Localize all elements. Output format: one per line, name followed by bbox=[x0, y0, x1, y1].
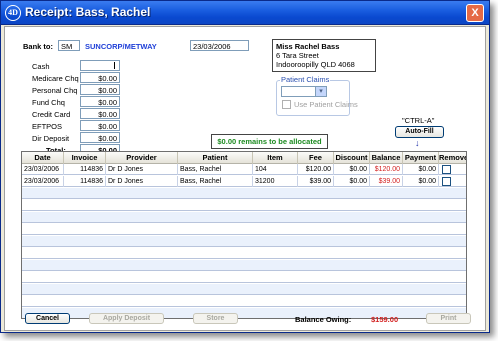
col-header-remove[interactable]: Remove bbox=[439, 152, 466, 164]
text-cursor bbox=[114, 62, 115, 69]
title-bar[interactable]: 4D Receipt: Bass, Rachel X bbox=[1, 1, 489, 25]
empty-row bbox=[22, 260, 466, 271]
empty-row bbox=[22, 272, 466, 283]
empty-row bbox=[22, 212, 466, 223]
col-header-fee[interactable]: Fee bbox=[298, 152, 334, 164]
cell-patient: Bass, Rachel bbox=[178, 176, 253, 187]
cell-invoice: 114836 bbox=[64, 176, 106, 187]
cell-balance: $120.00 bbox=[370, 164, 403, 175]
patient-claims-select[interactable]: ▾ bbox=[281, 86, 327, 97]
balance-owing-label: Balance Owing: bbox=[295, 315, 352, 324]
cell-fee: $120.00 bbox=[298, 164, 334, 175]
bank-code-field[interactable]: SM bbox=[58, 40, 80, 51]
cell-discount: $0.00 bbox=[334, 164, 370, 175]
col-header-invoice[interactable]: Invoice bbox=[64, 152, 106, 164]
cell-item: 104 bbox=[253, 164, 298, 175]
col-header-date[interactable]: Date bbox=[22, 152, 64, 164]
patient-address: Miss Rachel Bass 6 Tara Street Indooroop… bbox=[272, 39, 376, 72]
store-button[interactable]: Store bbox=[193, 313, 238, 324]
window-title: Receipt: Bass, Rachel bbox=[25, 5, 151, 19]
eftpos-field[interactable]: $0.00 bbox=[80, 120, 120, 131]
cell-balance: $39.00 bbox=[370, 176, 403, 187]
cash-label: Cash bbox=[32, 62, 50, 71]
col-header-provider[interactable]: Provider bbox=[106, 152, 178, 164]
autofill-button[interactable]: Auto-Fill bbox=[395, 126, 444, 138]
grid-header: Date Invoice Provider Patient Item Fee D… bbox=[22, 152, 466, 164]
address-suburb: Indooroopilly QLD 4068 bbox=[276, 60, 355, 69]
use-patient-claims-label: Use Patient Claims bbox=[294, 100, 358, 109]
cell-discount: $0.00 bbox=[334, 176, 370, 187]
col-header-item[interactable]: Item bbox=[253, 152, 298, 164]
cell-invoice: 114836 bbox=[64, 164, 106, 175]
bank-label: Bank to: bbox=[23, 42, 53, 51]
fund-chq-label: Fund Chq bbox=[32, 98, 65, 107]
arrow-down-icon: ↓ bbox=[415, 138, 420, 148]
bank-name: SUNCORP/METWAY bbox=[85, 42, 157, 51]
cell-item: 31200 bbox=[253, 176, 298, 187]
fund-chq-field[interactable]: $0.00 bbox=[80, 96, 120, 107]
table-row[interactable]: 23/03/2006 114836 Dr D Jones Bass, Rache… bbox=[22, 176, 466, 187]
apply-deposit-button[interactable]: Apply Deposit bbox=[89, 313, 164, 324]
eftpos-label: EFTPOS bbox=[32, 122, 63, 131]
cell-provider: Dr D Jones bbox=[106, 164, 178, 175]
cell-fee: $39.00 bbox=[298, 176, 334, 187]
empty-row bbox=[22, 248, 466, 259]
personal-chq-field[interactable]: $0.00 bbox=[80, 84, 120, 95]
dir-deposit-field[interactable]: $0.00 bbox=[80, 132, 120, 143]
remove-checkbox[interactable] bbox=[442, 177, 451, 186]
cell-patient: Bass, Rachel bbox=[178, 164, 253, 175]
cell-payment[interactable]: $0.00 bbox=[403, 164, 439, 175]
medicare-chq-label: Medicare Chq bbox=[32, 74, 79, 83]
empty-row bbox=[22, 200, 466, 211]
invoice-grid: Date Invoice Provider Patient Item Fee D… bbox=[21, 151, 467, 319]
col-header-balance[interactable]: Balance bbox=[370, 152, 403, 164]
cell-date: 23/03/2006 bbox=[22, 164, 64, 175]
table-row[interactable]: 23/03/2006 114836 Dr D Jones Bass, Rache… bbox=[22, 164, 466, 175]
empty-row bbox=[22, 236, 466, 247]
cancel-button[interactable]: Cancel bbox=[25, 313, 70, 324]
chevron-down-icon[interactable]: ▾ bbox=[315, 87, 326, 96]
cell-date: 23/03/2006 bbox=[22, 176, 64, 187]
receipt-date-field[interactable]: 23/03/2006 bbox=[190, 40, 249, 51]
col-header-patient[interactable]: Patient bbox=[178, 152, 253, 164]
dir-deposit-label: Dir Deposit bbox=[32, 134, 70, 143]
cell-provider: Dr D Jones bbox=[106, 176, 178, 187]
empty-row bbox=[22, 224, 466, 235]
receipt-content: Bank to: SM SUNCORP/METWAY 23/03/2006 Ca… bbox=[4, 26, 486, 331]
use-patient-claims-checkbox[interactable] bbox=[282, 100, 291, 109]
autofill-shortcut-hint: "CTRL-A" bbox=[402, 116, 435, 125]
app-logo-icon: 4D bbox=[5, 5, 21, 21]
print-button[interactable]: Print bbox=[426, 313, 471, 324]
col-header-discount[interactable]: Discount bbox=[334, 152, 370, 164]
empty-row bbox=[22, 284, 466, 295]
close-button[interactable]: X bbox=[466, 4, 484, 22]
remove-checkbox[interactable] bbox=[442, 165, 451, 174]
medicare-chq-field[interactable]: $0.00 bbox=[80, 72, 120, 83]
patient-claims-legend: Patient Claims bbox=[280, 75, 331, 84]
empty-row bbox=[22, 188, 466, 199]
credit-card-field[interactable]: $0.00 bbox=[80, 108, 120, 119]
col-header-payment[interactable]: Payment bbox=[403, 152, 439, 164]
address-street: 6 Tara Street bbox=[276, 51, 319, 60]
receipt-window: 4D Receipt: Bass, Rachel X Bank to: SM S… bbox=[0, 0, 490, 333]
personal-chq-label: Personal Chq bbox=[32, 86, 78, 95]
address-name: Miss Rachel Bass bbox=[276, 42, 340, 51]
cell-payment[interactable]: $0.00 bbox=[403, 176, 439, 187]
credit-card-label: Credit Card bbox=[32, 110, 71, 119]
empty-row bbox=[22, 296, 466, 307]
remaining-to-allocate: $0.00 remains to be allocated bbox=[211, 134, 328, 149]
balance-owing-value: $159.00 bbox=[371, 315, 399, 324]
